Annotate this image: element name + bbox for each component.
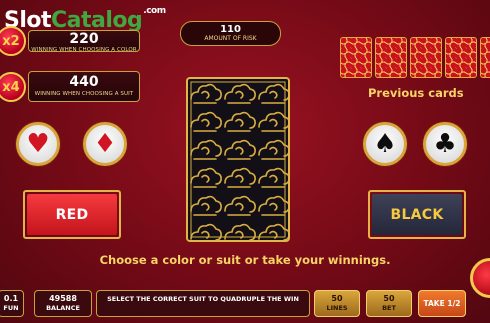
club-icon: ♣ <box>433 129 457 159</box>
diamond-suit-button[interactable]: ♦ <box>83 122 127 166</box>
balance-box: 49588 BALANCE <box>34 290 92 317</box>
cloud-pattern-icon <box>188 79 288 240</box>
bet-box[interactable]: 50 BET <box>366 290 412 317</box>
risk-amount-box: 110 AMOUNT OF RISK <box>180 21 281 46</box>
status-note: SELECT THE CORRECT SUIT TO QUADRUPLE THE… <box>96 290 310 317</box>
take-half-button[interactable]: TAKE 1/2 <box>418 290 466 317</box>
red-button[interactable]: RED <box>23 190 121 239</box>
spade-icon: ♠ <box>373 129 397 159</box>
black-button[interactable]: BLACK <box>368 190 466 239</box>
color-win-box: 220 WINNING WHEN CHOOSING A COLOR <box>28 30 140 53</box>
previous-card <box>375 37 407 78</box>
suit-win-box: 440 WINNING WHEN CHOOSING A SUIT <box>28 71 140 102</box>
suit-win-value: 440 <box>69 74 99 90</box>
previous-card <box>410 37 442 78</box>
coin-value-box[interactable]: 0.1 FUN <box>0 290 24 317</box>
multiplier-x2-badge: x2 <box>0 26 26 56</box>
face-down-card <box>186 77 290 242</box>
heart-icon: ♥ <box>26 129 50 159</box>
risk-value: 110 <box>220 24 241 35</box>
color-win-value: 220 <box>69 31 99 47</box>
previous-card <box>340 37 372 78</box>
heart-suit-button[interactable]: ♥ <box>16 122 60 166</box>
instruction-message: Choose a color or suit or take your winn… <box>99 253 391 267</box>
risk-label: AMOUNT OF RISK <box>204 35 257 42</box>
color-win-label: WINNING WHEN CHOOSING A COLOR <box>31 47 137 53</box>
previous-card <box>480 37 490 78</box>
previous-card <box>445 37 477 78</box>
multiplier-x4-badge: x4 <box>0 72 26 102</box>
suit-win-label: WINNING WHEN CHOOSING A SUIT <box>34 91 134 97</box>
lines-box[interactable]: 50 LINES <box>314 290 360 317</box>
previous-cards-label: Previous cards <box>368 86 464 100</box>
diamond-icon: ♦ <box>93 129 117 159</box>
spade-suit-button[interactable]: ♠ <box>363 122 407 166</box>
club-suit-button[interactable]: ♣ <box>423 122 467 166</box>
